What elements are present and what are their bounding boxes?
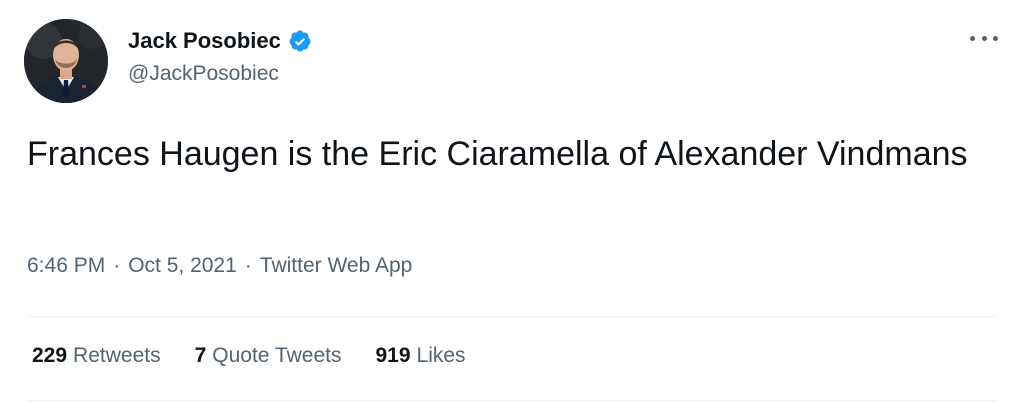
quote-tweets-label: Quote Tweets [212, 344, 342, 367]
author-handle[interactable]: @JackPosobiec [128, 62, 279, 86]
quote-tweets-stat[interactable]: 7 Quote Tweets [195, 344, 342, 368]
divider [27, 400, 997, 401]
meta-separator: · [244, 254, 252, 277]
avatar-image [24, 19, 108, 103]
tweet-date[interactable]: Oct 5, 2021 [128, 254, 237, 278]
likes-count: 919 [375, 344, 411, 367]
tweet-time[interactable]: 6:46 PM [27, 254, 105, 278]
likes-stat[interactable]: 919 Likes [375, 344, 465, 368]
more-dot [981, 35, 987, 41]
retweets-count: 229 [32, 344, 68, 367]
divider [27, 316, 997, 317]
retweets-label: Retweets [73, 344, 161, 367]
author-display-name[interactable]: Jack Posobiec [128, 28, 281, 54]
tweet-stats: 229 Retweets 7 Quote Tweets 919 Likes [32, 344, 500, 368]
verified-badge-icon [288, 29, 312, 53]
likes-label: Likes [416, 344, 466, 367]
meta-separator: · [113, 254, 121, 277]
author-name-row: Jack Posobiec [128, 26, 312, 56]
avatar[interactable] [24, 19, 108, 103]
more-dot [970, 35, 975, 41]
tweet-meta: 6:46 PM · Oct 5, 2021 · Twitter Web App [27, 254, 412, 278]
quote-tweets-count: 7 [194, 344, 207, 367]
tweet-text: Frances Haugen is the Eric Ciaramella of… [27, 135, 968, 173]
more-dot [993, 35, 998, 41]
tweet-source[interactable]: Twitter Web App [260, 254, 413, 278]
tweet-card: Jack Posobiec @JackPosobiec Frances Haug… [0, 0, 1024, 403]
retweets-stat[interactable]: 229 Retweets [32, 344, 161, 368]
more-horizontal-icon[interactable] [970, 28, 998, 48]
